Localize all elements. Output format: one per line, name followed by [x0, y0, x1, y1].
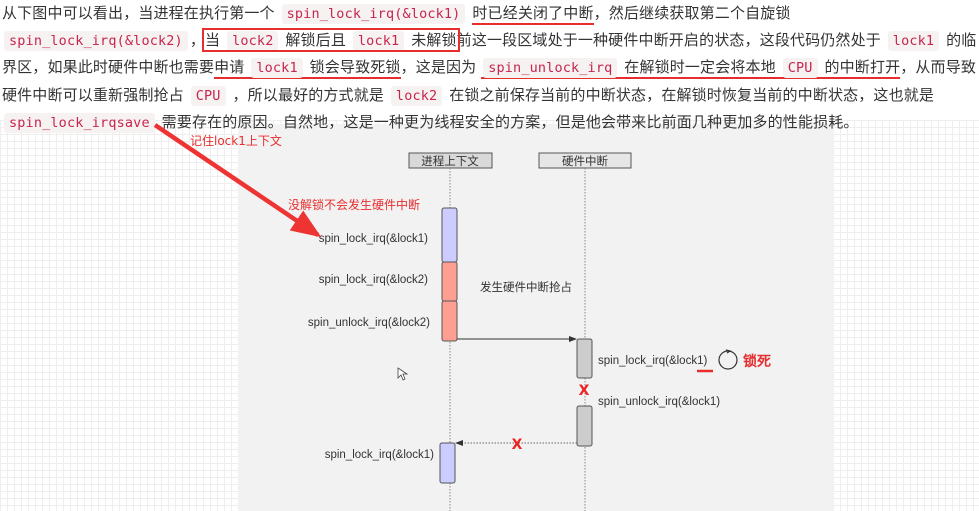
cross-mark-icon: X — [512, 437, 523, 453]
diagram-svg: 进程上下文 硬件中断 spin_lock_irq(&lock1) spin_lo… — [153, 123, 771, 511]
activation-irq-lock1 — [576, 338, 593, 379]
call-label-irq-lock1: spin_lock_irq(&lock1) — [598, 355, 707, 367]
call-label-lock2: spin_lock_irq(&lock2) — [319, 274, 428, 286]
mouse-cursor-icon — [397, 367, 409, 381]
activation-unlock2 — [441, 300, 458, 342]
call-label-lock1: spin_lock_irq(&lock1) — [319, 233, 428, 245]
deadlock-label: 锁死 — [743, 353, 771, 370]
no-unlock-annotation: 没解锁不会发生硬件中断 — [288, 197, 420, 212]
activation-irq-unlock1 — [576, 405, 593, 447]
lifeline-irq-label: 硬件中断 — [562, 154, 608, 168]
irq-preempt-label: 发生硬件中断抢占 — [480, 280, 572, 294]
activation-lock1-again — [439, 442, 456, 484]
loop-icon — [718, 349, 738, 370]
cross-mark-icon: X — [579, 383, 590, 399]
call-label-lock1-again: spin_lock_irq(&lock1) — [325, 449, 434, 461]
remember-context-annotation: 记住lock1上下文 — [190, 133, 282, 148]
call-label-unlock2: spin_unlock_irq(&lock2) — [308, 317, 430, 329]
activation-lock1 — [441, 207, 458, 263]
lifeline-process-label: 进程上下文 — [421, 154, 479, 168]
call-label-irq-unlock1: spin_unlock_irq(&lock1) — [598, 396, 720, 408]
activation-lock2 — [441, 261, 458, 302]
lifeline-hardware-irq: 硬件中断 — [538, 152, 632, 169]
lifeline-process-context: 进程上下文 — [408, 152, 493, 169]
